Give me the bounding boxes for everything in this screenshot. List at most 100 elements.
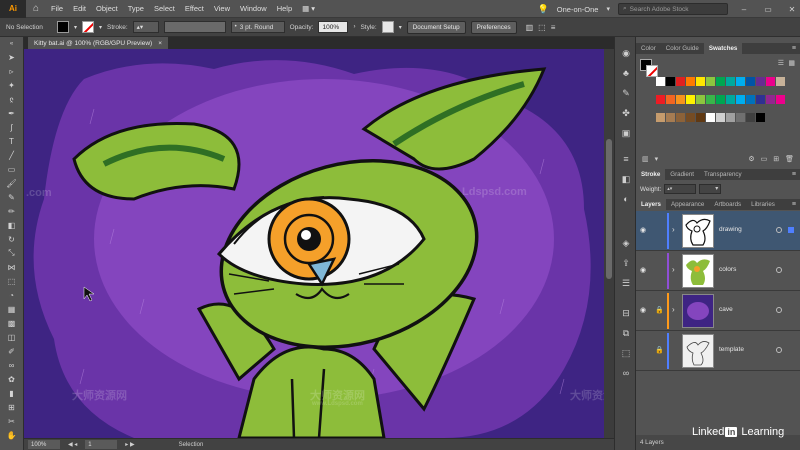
swatch[interactable] bbox=[656, 113, 665, 122]
swatch[interactable] bbox=[756, 77, 765, 86]
swatch[interactable] bbox=[696, 95, 705, 104]
tab-appearance[interactable]: Appearance bbox=[666, 199, 709, 210]
stroke-weight-dropdown[interactable]: ▴▾ bbox=[132, 21, 159, 33]
menu-window[interactable]: Window bbox=[235, 4, 272, 13]
eraser-icon[interactable]: ◧ bbox=[4, 219, 19, 231]
library-icon[interactable]: ▥ bbox=[642, 155, 649, 163]
swatch[interactable] bbox=[666, 95, 675, 104]
swatch[interactable] bbox=[706, 95, 715, 104]
transform-icon[interactable]: ⬚ bbox=[538, 23, 546, 32]
visibility-eye-icon[interactable]: ◉ bbox=[640, 226, 650, 234]
panel-menu-icon[interactable]: ≡ bbox=[788, 43, 800, 54]
chevron-down-icon[interactable]: ▾ bbox=[399, 24, 402, 31]
swatch[interactable] bbox=[746, 77, 755, 86]
symbol-sprayer-icon[interactable]: ✿ bbox=[4, 373, 19, 385]
close-icon[interactable]: × bbox=[158, 40, 162, 47]
chevron-down-icon[interactable]: ▾ bbox=[74, 24, 77, 31]
opacity-input[interactable]: 100% bbox=[318, 21, 349, 33]
lightbulb-icon[interactable]: 💡 bbox=[538, 4, 549, 15]
style-swatch[interactable] bbox=[381, 21, 394, 33]
chevron-down-icon[interactable]: ▾ bbox=[99, 24, 102, 31]
swatch[interactable] bbox=[766, 77, 775, 86]
workspace-switcher[interactable]: One-on-One bbox=[557, 5, 599, 14]
target-circle-icon[interactable] bbox=[776, 267, 782, 273]
panel-menu-icon[interactable]: ≡ bbox=[788, 199, 800, 210]
target-circle-icon[interactable] bbox=[776, 307, 782, 313]
selection-tool-icon[interactable]: ➤ bbox=[4, 51, 19, 63]
chevron-right-icon[interactable]: › bbox=[672, 225, 675, 234]
minimize-button[interactable]: – bbox=[736, 5, 752, 14]
swatch[interactable] bbox=[716, 77, 725, 86]
new-group-icon[interactable]: ▭ bbox=[761, 155, 768, 163]
tab-color[interactable]: Color bbox=[636, 43, 661, 54]
menu-help[interactable]: Help bbox=[272, 4, 297, 13]
swatch[interactable] bbox=[696, 113, 705, 122]
brushes-icon[interactable]: ✎ bbox=[620, 87, 632, 99]
swatch[interactable] bbox=[746, 95, 755, 104]
width-tool-icon[interactable]: ⋈ bbox=[4, 261, 19, 273]
menu-select[interactable]: Select bbox=[149, 4, 180, 13]
swatch[interactable] bbox=[776, 77, 785, 86]
pathfinder-icon[interactable]: ⧉ bbox=[620, 327, 632, 339]
tab-libraries[interactable]: Libraries bbox=[746, 199, 780, 210]
paintbrush-icon[interactable]: 🖌 bbox=[4, 177, 19, 189]
tab-artboards[interactable]: Artboards bbox=[709, 199, 746, 210]
swatch[interactable] bbox=[686, 113, 695, 122]
swatch[interactable] bbox=[776, 95, 785, 104]
stroke-icon[interactable]: ≡ bbox=[620, 153, 632, 165]
artboard-field[interactable]: 1 bbox=[85, 440, 118, 449]
target-circle-icon[interactable] bbox=[776, 347, 782, 353]
weight-dropdown[interactable]: ▾ bbox=[699, 184, 722, 194]
close-button[interactable]: ✕ bbox=[784, 5, 800, 14]
layers-icon[interactable]: ◈ bbox=[620, 237, 632, 249]
layer-name[interactable]: drawing bbox=[719, 226, 742, 233]
swatch[interactable] bbox=[706, 113, 715, 122]
collapse-icon[interactable]: « bbox=[4, 38, 19, 50]
curvature-tool-icon[interactable]: ∫ bbox=[4, 121, 19, 133]
list-view-icon[interactable]: ☰ bbox=[778, 59, 784, 67]
blend-tool-icon[interactable]: ∞ bbox=[4, 359, 19, 371]
fill-swatch[interactable] bbox=[57, 21, 69, 33]
swatch[interactable] bbox=[686, 77, 695, 86]
properties-icon[interactable]: ☰ bbox=[620, 277, 632, 289]
hand-tool-icon[interactable]: ✋ bbox=[4, 429, 19, 441]
layer-row-drawing[interactable]: ◉ › drawing bbox=[636, 211, 800, 251]
stock-search-input[interactable]: ⌕ Search Adobe Stock bbox=[618, 3, 728, 15]
menu-type[interactable]: Type bbox=[123, 4, 149, 13]
visibility-eye-icon[interactable]: ◉ bbox=[640, 266, 650, 274]
lock-icon[interactable]: 🔒 bbox=[655, 346, 664, 354]
graph-tool-icon[interactable]: ▮ bbox=[4, 387, 19, 399]
swatch[interactable] bbox=[756, 113, 765, 122]
new-swatch-icon[interactable]: ⊞ bbox=[773, 155, 779, 163]
swatch[interactable] bbox=[686, 95, 695, 104]
swatch[interactable] bbox=[676, 113, 685, 122]
show-kinds-icon[interactable]: ▾ bbox=[655, 155, 659, 163]
transform-panel-icon[interactable]: ⬚ bbox=[620, 347, 632, 359]
swatch[interactable] bbox=[726, 95, 735, 104]
document-tab[interactable]: Kitty bat.ai @ 100% (RGB/GPU Preview) × bbox=[28, 37, 169, 49]
swatch[interactable] bbox=[666, 113, 675, 122]
nav-arrows-icon[interactable]: ◀ ◂ bbox=[68, 441, 77, 448]
swatches-icon[interactable]: ♣ bbox=[620, 67, 632, 79]
lock-icon[interactable]: 🔒 bbox=[655, 306, 664, 314]
shaper-tool-icon[interactable]: ✎ bbox=[4, 191, 19, 203]
menu-view[interactable]: View bbox=[209, 4, 235, 13]
swatch[interactable] bbox=[676, 77, 685, 86]
zoom-field[interactable]: 100% bbox=[28, 440, 60, 449]
menu-edit[interactable]: Edit bbox=[68, 4, 91, 13]
magic-wand-icon[interactable]: ✦ bbox=[4, 79, 19, 91]
menu-object[interactable]: Object bbox=[91, 4, 123, 13]
home-icon[interactable]: ⌂ bbox=[26, 0, 46, 18]
free-transform-icon[interactable]: ⬚ bbox=[4, 275, 19, 287]
visibility-eye-icon[interactable]: ◉ bbox=[640, 306, 650, 314]
swatch[interactable] bbox=[756, 95, 765, 104]
shape-builder-icon[interactable]: ◔ bbox=[4, 289, 19, 301]
chevron-right-icon[interactable]: › bbox=[672, 265, 675, 274]
lasso-icon[interactable]: ჺ bbox=[4, 93, 19, 105]
swatch[interactable] bbox=[706, 77, 715, 86]
layer-row-cave[interactable]: ◉ 🔒 › cave bbox=[636, 291, 800, 331]
align-icon[interactable]: ▥ bbox=[526, 23, 534, 32]
grid-view-icon[interactable]: ▦ bbox=[788, 59, 795, 67]
rectangle-tool-icon[interactable]: ▭ bbox=[4, 163, 19, 175]
brush-dropdown[interactable]: • 3 pt. Round bbox=[230, 21, 285, 33]
